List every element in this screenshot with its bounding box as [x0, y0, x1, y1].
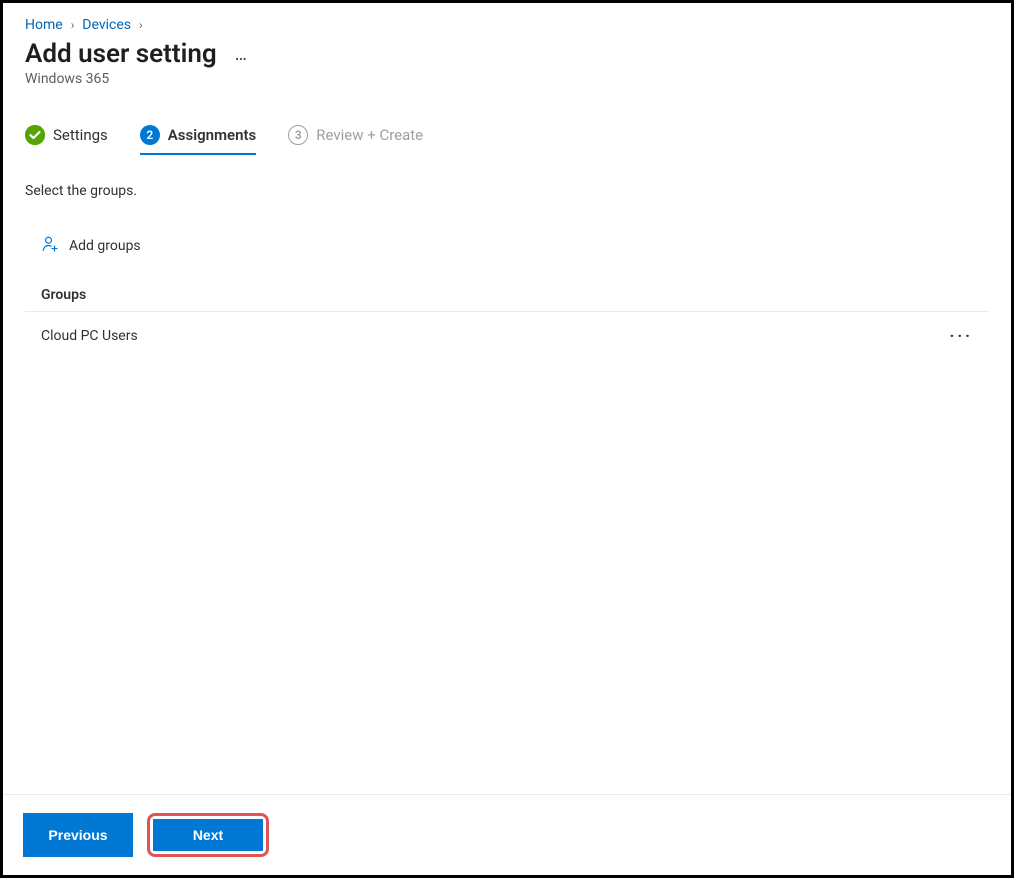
group-row[interactable]: Cloud PC Users ···	[25, 312, 989, 359]
breadcrumb-devices[interactable]: Devices	[82, 17, 131, 33]
chevron-right-icon: ›	[71, 18, 75, 32]
more-icon[interactable]: ···	[950, 326, 973, 345]
breadcrumb: Home › Devices ›	[25, 17, 989, 33]
next-button-highlight: Next	[147, 813, 269, 857]
step-number-badge: 3	[288, 125, 308, 145]
previous-button[interactable]: Previous	[23, 813, 133, 857]
wizard-tabs: Settings 2 Assignments 3 Review + Create	[25, 125, 989, 155]
tab-review-label: Review + Create	[316, 126, 423, 144]
page-title: Add user setting	[25, 39, 217, 69]
step-number-badge: 2	[140, 125, 160, 145]
chevron-right-icon: ›	[139, 18, 143, 32]
tab-assignments[interactable]: 2 Assignments	[140, 125, 256, 155]
tab-assignments-label: Assignments	[168, 126, 256, 144]
breadcrumb-home[interactable]: Home	[25, 17, 63, 33]
person-add-icon	[41, 235, 59, 257]
wizard-footer: Previous Next	[3, 794, 1011, 875]
add-groups-label: Add groups	[69, 238, 141, 254]
add-groups-button[interactable]: Add groups	[25, 227, 157, 265]
tab-settings-label: Settings	[53, 126, 108, 144]
group-name: Cloud PC Users	[41, 328, 138, 344]
tab-review[interactable]: 3 Review + Create	[288, 125, 423, 155]
more-icon[interactable]: …	[235, 44, 249, 65]
check-icon	[25, 125, 45, 145]
tab-settings[interactable]: Settings	[25, 125, 108, 155]
next-button[interactable]: Next	[153, 819, 263, 851]
groups-column-header: Groups	[25, 279, 989, 312]
instruction-text: Select the groups.	[25, 183, 989, 199]
page-subtitle: Windows 365	[25, 71, 989, 87]
